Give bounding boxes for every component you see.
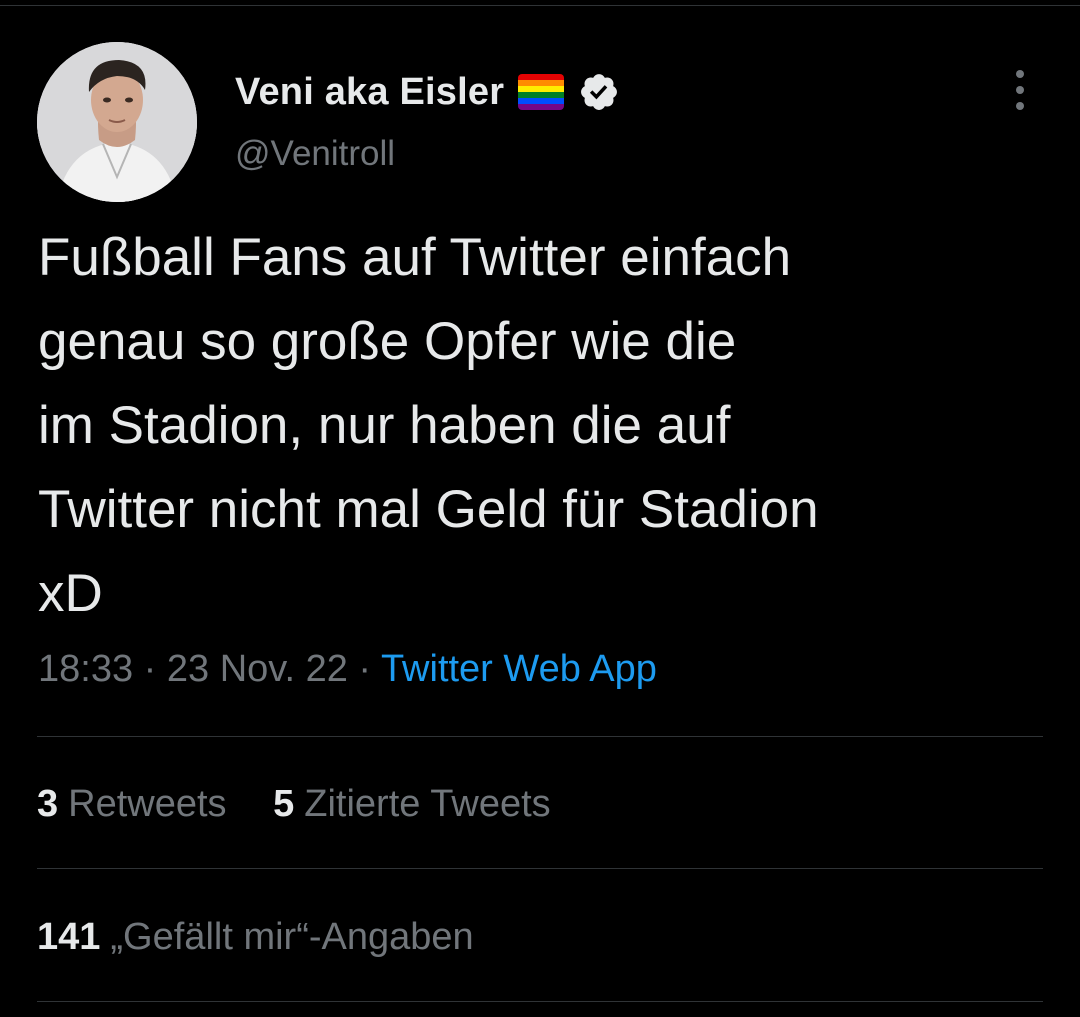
likes-stat-row: 141 „Gefällt mir“-Angaben — [37, 916, 510, 959]
rainbow-flag-icon — [518, 74, 565, 110]
tweet-text-line: im Stadion, nur haben die auf — [38, 396, 731, 455]
tweet-text-line: xD — [38, 564, 103, 623]
retweets-count: 3 — [37, 783, 59, 825]
meta-separator: · — [143, 648, 157, 690]
retweets-label: Retweets — [68, 783, 227, 825]
likes-label: „Gefällt mir“-Angaben — [110, 916, 474, 958]
tweet-text-line: genau so große Opfer wie die — [38, 312, 737, 371]
divider — [37, 736, 1043, 737]
tweet-time[interactable]: 18:33 — [38, 648, 133, 690]
tweet-metadata: 18:33 · 23 Nov. 22 · Twitter Web App — [38, 648, 657, 691]
divider — [37, 868, 1043, 869]
quotes-label: Zitierte Tweets — [304, 783, 551, 825]
tweet-date[interactable]: 23 Nov. 22 — [167, 648, 348, 690]
display-name[interactable]: Veni aka Eisler — [235, 71, 504, 114]
more-options-icon[interactable] — [1002, 70, 1038, 110]
retweet-quote-stats: 3 Retweets 5 Zitierte Tweets — [37, 783, 587, 826]
quotes-count: 5 — [273, 783, 295, 825]
avatar[interactable] — [37, 42, 197, 202]
retweets-stat[interactable]: 3 Retweets — [37, 783, 227, 825]
tweet-text-line: Twitter nicht mal Geld für Stadion — [38, 480, 819, 539]
tweet-source-link[interactable]: Twitter Web App — [381, 648, 657, 690]
author-handle[interactable]: @Venitroll — [235, 134, 395, 174]
verified-badge-icon — [581, 74, 618, 110]
avatar-image — [37, 42, 197, 202]
tweet-text-line: Fußball Fans auf Twitter einfach — [38, 228, 792, 287]
likes-stat[interactable]: 141 „Gefällt mir“-Angaben — [37, 916, 474, 958]
meta-separator: · — [358, 648, 372, 690]
quotes-stat[interactable]: 5 Zitierte Tweets — [273, 783, 551, 825]
likes-count: 141 — [37, 916, 101, 958]
top-divider — [0, 5, 1080, 6]
author-name-row[interactable]: Veni aka Eisler — [235, 66, 620, 118]
tweet-text: Fußball Fans auf Twitter einfach genau s… — [38, 216, 1048, 636]
divider — [37, 1001, 1043, 1002]
